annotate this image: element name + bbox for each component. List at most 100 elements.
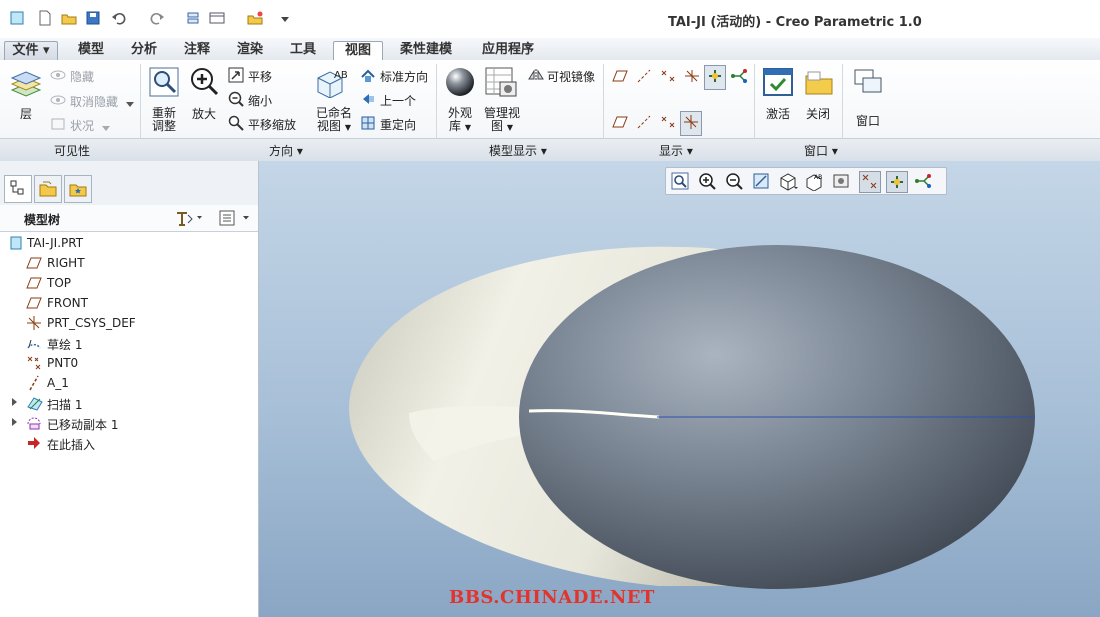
regenerate-icon[interactable] — [184, 9, 202, 27]
tab-render[interactable]: 渲染 — [229, 41, 271, 59]
new-file-icon[interactable] — [36, 9, 54, 27]
unhide-label[interactable]: 取消隐藏 — [70, 93, 118, 110]
tree-item-insert-here[interactable]: 在此插入 — [0, 433, 258, 453]
unhide-icon[interactable] — [50, 93, 66, 110]
visible-mirror-icon[interactable] — [528, 67, 544, 86]
graphics-viewport[interactable]: AB BBS.CHINADE.NET — [259, 161, 1100, 617]
status-icon[interactable] — [50, 117, 66, 134]
expand-icon[interactable] — [12, 398, 17, 406]
tree-item-top[interactable]: TOP — [0, 273, 258, 293]
ribbon-tabs: 文件 ▾ 模型 分析 注释 渲染 工具 视图 柔性建模 应用程序 — [0, 38, 1100, 62]
tree-item-part[interactable]: TAI-JI.PRT — [0, 233, 258, 253]
standard-orientation-icon[interactable] — [360, 67, 376, 86]
tree-item-csys[interactable]: PRT_CSYS_DEF — [0, 313, 258, 333]
csys-tag-display-icon[interactable] — [680, 111, 702, 136]
manage-views-label[interactable]: 管理视图 ▼ — [480, 107, 524, 134]
status-label[interactable]: 状况 — [70, 117, 94, 134]
tab-file[interactable]: 文件 ▾ — [4, 41, 58, 60]
refit-icon[interactable] — [148, 66, 180, 101]
hide-icon[interactable] — [50, 68, 66, 85]
folder-browser-tab-icon[interactable] — [34, 175, 62, 203]
tab-annotate[interactable]: 注释 — [176, 41, 218, 59]
show-icon[interactable] — [218, 209, 252, 230]
zoom-in-icon[interactable] — [188, 66, 220, 101]
model-tree-tab-icon[interactable] — [4, 175, 32, 203]
close-window-icon[interactable] — [804, 68, 834, 99]
chevron-down-icon[interactable] — [126, 97, 134, 111]
window-icon[interactable] — [853, 68, 883, 99]
settings-icon[interactable] — [174, 209, 202, 230]
datum-axis-icon — [29, 375, 39, 391]
windows-icon[interactable] — [208, 9, 226, 27]
reorient-label[interactable]: 重定向 — [380, 116, 416, 133]
expand-icon[interactable] — [12, 418, 17, 426]
open-folder-icon[interactable] — [60, 9, 78, 27]
tab-flexible-modeling[interactable]: 柔性建模 — [392, 41, 460, 59]
hide-label[interactable]: 隐藏 — [70, 68, 94, 85]
close-label[interactable]: 关闭 — [802, 108, 834, 121]
pan-icon[interactable] — [228, 67, 244, 86]
pan-zoom-label[interactable]: 平移缩放 — [248, 116, 296, 133]
tree-item-front[interactable]: FRONT — [0, 293, 258, 313]
saved-views-label[interactable]: 已命名 视图 ▼ — [314, 107, 354, 134]
tab-model[interactable]: 模型 — [70, 41, 112, 59]
chevron-down-icon[interactable] — [102, 121, 110, 135]
previous-view-icon[interactable] — [360, 91, 376, 110]
plane-tag-display-icon[interactable] — [611, 114, 629, 133]
pan-zoom-icon[interactable] — [228, 115, 244, 134]
tree-item-point[interactable]: PNT0 — [0, 353, 258, 373]
tab-view[interactable]: 视图 — [333, 41, 383, 62]
tree-item-right[interactable]: RIGHT — [0, 253, 258, 273]
tree-item-moved-copy[interactable]: 已移动副本 1 — [0, 413, 258, 433]
title-bar: TAI-JI (活动的) - Creo Parametric 1.0 — [0, 0, 1100, 39]
annotation-display-icon[interactable] — [730, 68, 748, 87]
tab-applications[interactable]: 应用程序 — [472, 41, 544, 59]
layer-label[interactable]: 层 — [16, 108, 36, 121]
datum-axis-display-icon[interactable] — [635, 68, 653, 87]
zoom-in-label[interactable]: 放大 — [188, 108, 220, 121]
csys-display-icon[interactable] — [683, 68, 701, 87]
layers-icon[interactable] — [10, 70, 42, 103]
zoom-out-label[interactable]: 缩小 — [248, 92, 272, 109]
tab-tools[interactable]: 工具 — [282, 41, 324, 59]
activate-window-icon[interactable] — [762, 66, 794, 101]
appearance-gallery-label[interactable]: 外观库 ▼ — [443, 107, 477, 134]
favorites-tab-icon[interactable] — [64, 175, 92, 203]
activate-label[interactable]: 激活 — [762, 108, 794, 121]
close-window-icon[interactable] — [246, 9, 264, 27]
zoom-out-icon[interactable] — [228, 91, 244, 110]
undo-icon[interactable] — [110, 9, 128, 27]
saved-views-icon[interactable]: AB — [316, 68, 350, 101]
tree-item-sweep[interactable]: 扫描 1 — [0, 393, 258, 413]
window-label[interactable]: 窗口 — [852, 115, 884, 128]
point-tag-display-icon[interactable] — [659, 114, 677, 133]
appearance-gallery-icon[interactable] — [444, 66, 476, 101]
group-orientation[interactable]: 方向 ▾ — [269, 142, 303, 159]
datum-point-display-icon[interactable] — [659, 68, 677, 87]
visible-mirror-label[interactable]: 可视镜像 — [547, 68, 595, 85]
tree-item-sketch[interactable]: 草绘 1 — [0, 333, 258, 353]
spin-center-icon[interactable] — [704, 65, 726, 90]
group-display[interactable]: 显示 ▾ — [659, 142, 693, 159]
redo-icon[interactable] — [148, 9, 166, 27]
taiji-3d-model[interactable] — [259, 161, 1100, 617]
window-title: TAI-JI (活动的) - Creo Parametric 1.0 — [668, 15, 922, 30]
datum-point-icon — [27, 356, 41, 370]
refit-label[interactable]: 重新 调整 — [146, 107, 182, 133]
watermark: BBS.CHINADE.NET — [449, 587, 655, 608]
reorient-icon[interactable] — [360, 115, 376, 134]
group-model-display[interactable]: 模型显示 ▾ — [489, 142, 547, 159]
datum-plane-display-icon[interactable] — [611, 68, 629, 87]
pan-label[interactable]: 平移 — [248, 68, 272, 85]
tab-analysis[interactable]: 分析 — [123, 41, 165, 59]
group-window[interactable]: 窗口 ▾ — [804, 142, 838, 159]
standard-orientation-label[interactable]: 标准方向 — [380, 68, 428, 85]
manage-views-icon[interactable] — [484, 66, 518, 101]
model-tree-panel: 模型树 TAI-JI.PRT RIGHT TOP FRONT PRT_CSYS_… — [0, 161, 259, 617]
group-visibility[interactable]: 可见性 — [54, 142, 90, 159]
save-icon[interactable] — [84, 9, 102, 27]
tree-item-axis[interactable]: A_1 — [0, 373, 258, 393]
customize-toolbar-icon[interactable] — [276, 9, 294, 27]
previous-view-label[interactable]: 上一个 — [380, 92, 416, 109]
axis-tag-display-icon[interactable] — [635, 114, 653, 133]
